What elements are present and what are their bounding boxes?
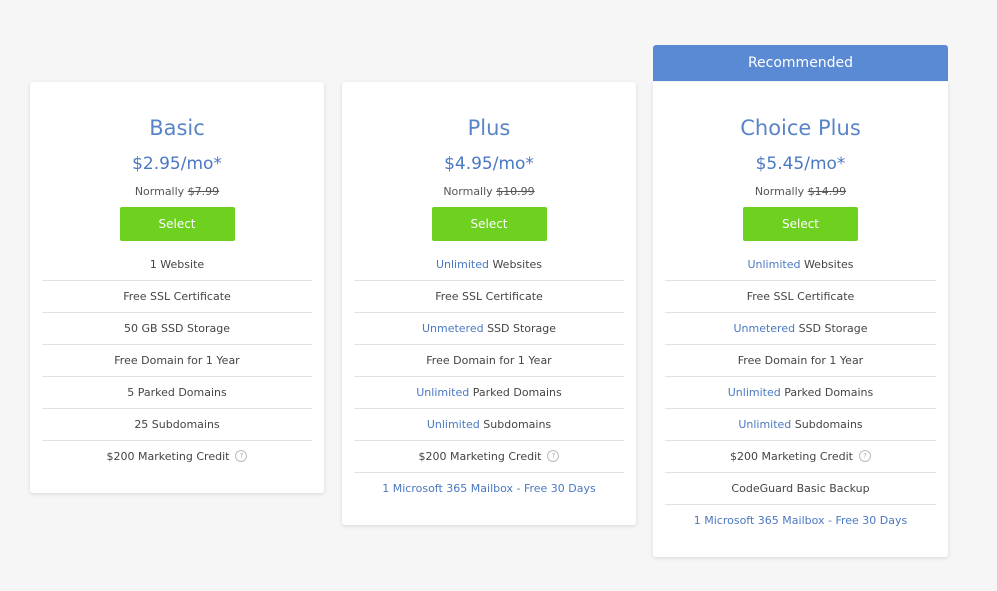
feature-marketing-credit: $200 Marketing Credit? [42, 441, 312, 473]
feature-ssl: Free SSL Certificate [354, 281, 624, 313]
feature-marketing-credit: $200 Marketing Credit? [354, 441, 624, 473]
select-basic-button[interactable]: Select [119, 207, 235, 241]
help-icon[interactable]: ? [235, 450, 248, 462]
feature-storage: Unmetered SSD Storage [354, 313, 624, 345]
plan-price: $5.45/mo* [755, 154, 846, 174]
original-price: $10.99 [496, 185, 535, 198]
feature-domain: Free Domain for 1 Year [42, 345, 312, 377]
feature-microsoft-365[interactable]: 1 Microsoft 365 Mailbox - Free 30 Days [354, 473, 624, 505]
feature-microsoft-365[interactable]: 1 Microsoft 365 Mailbox - Free 30 Days [665, 505, 936, 537]
feature-parked-domains: Unlimited Parked Domains [665, 377, 936, 409]
plan-card-basic: Basic $2.95/mo* Normally $7.99 Select 1 … [30, 82, 324, 493]
normal-price: Normally $10.99 [354, 184, 624, 200]
normally-label: Normally [443, 185, 493, 198]
feature-parked-domains: Unlimited Parked Domains [354, 377, 624, 409]
feature-subdomains: 25 Subdomains [42, 409, 312, 441]
feature-storage: Unmetered SSD Storage [665, 313, 936, 345]
help-icon[interactable]: ? [547, 450, 560, 462]
plan-card-plus: Plus $4.95/mo* Normally $10.99 Select Un… [342, 82, 636, 525]
plan-card-choice-plus: Choice Plus $5.45/mo* Normally $14.99 Se… [653, 82, 948, 557]
feature-list: Unlimited Websites Free SSL Certificate … [665, 249, 936, 537]
normal-price: Normally $14.99 [665, 184, 936, 200]
feature-storage: 50 GB SSD Storage [42, 313, 312, 345]
feature-list: 1 Website Free SSL Certificate 50 GB SSD… [42, 249, 312, 473]
plan-name: Choice Plus [740, 116, 861, 140]
feature-subdomains: Unlimited Subdomains [354, 409, 624, 441]
recommended-banner: Recommended [653, 45, 948, 81]
feature-list: Unlimited Websites Free SSL Certificate … [354, 249, 624, 505]
feature-codeguard: CodeGuard Basic Backup [665, 473, 936, 505]
plan-price: $2.95/mo* [132, 154, 222, 174]
feature-subdomains: Unlimited Subdomains [665, 409, 936, 441]
help-icon[interactable]: ? [858, 450, 871, 462]
normal-price: Normally $7.99 [42, 184, 312, 200]
plan-name: Plus [467, 116, 511, 140]
feature-domain: Free Domain for 1 Year [665, 345, 936, 377]
feature-websites: Unlimited Websites [665, 249, 936, 281]
normally-label: Normally [754, 185, 805, 198]
feature-ssl: Free SSL Certificate [42, 281, 312, 313]
feature-ssl: Free SSL Certificate [665, 281, 936, 313]
feature-websites: Unlimited Websites [354, 249, 624, 281]
feature-marketing-credit: $200 Marketing Credit? [665, 441, 936, 473]
feature-domain: Free Domain for 1 Year [354, 345, 624, 377]
feature-parked-domains: 5 Parked Domains [42, 377, 312, 409]
plan-name: Basic [149, 116, 205, 140]
plan-price: $4.95/mo* [444, 154, 534, 174]
select-plus-button[interactable]: Select [431, 207, 547, 241]
original-price: $7.99 [187, 185, 220, 198]
original-price: $14.99 [807, 185, 847, 198]
normally-label: Normally [134, 185, 185, 198]
feature-websites: 1 Website [42, 249, 312, 281]
select-choice-plus-button[interactable]: Select [743, 207, 858, 241]
